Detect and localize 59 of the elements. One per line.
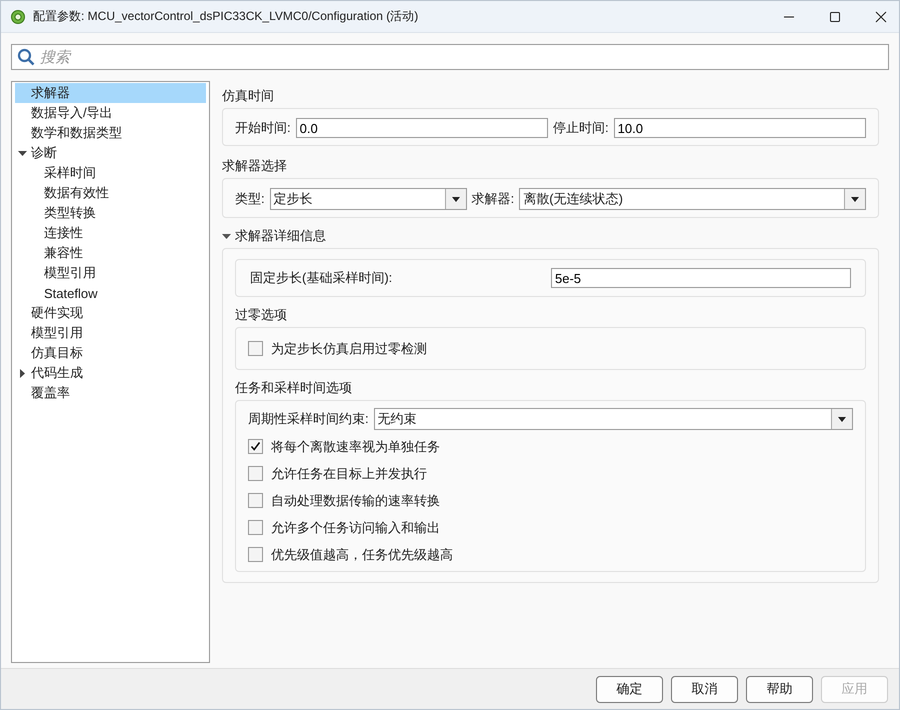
input-field[interactable]: 0.0	[296, 118, 548, 138]
search-field[interactable]: 搜索	[11, 44, 889, 70]
section-title: 仿真时间	[222, 87, 275, 105]
caret-right-icon[interactable]	[18, 368, 27, 378]
tree-item[interactable]: Stateflow	[15, 283, 206, 303]
tree-item[interactable]: 诊断	[15, 143, 206, 163]
caret-down-icon	[851, 196, 859, 202]
checkbox-label[interactable]: 允许任务在目标上并发执行	[271, 464, 427, 482]
window-title: 配置参数: MCU_vectorControl_dsPIC33CK_LVMC0/Configuration (活动)	[33, 8, 418, 25]
section-title: 求解器选择	[222, 157, 288, 175]
section-title: 任务和采样时间选项	[235, 379, 353, 397]
caret-down-icon[interactable]	[18, 148, 27, 158]
dropdown[interactable]: 离散(无连续状态)	[519, 188, 866, 210]
dropdown[interactable]: 定步长	[270, 188, 467, 210]
field-label: 开始时间:	[235, 119, 291, 137]
tree-item[interactable]: 数据导入/导出	[15, 103, 206, 123]
section-title: 求解器详细信息	[235, 227, 326, 245]
tree-item[interactable]: 模型引用	[15, 263, 206, 283]
field-label: 停止时间:	[553, 119, 609, 137]
checkbox-label[interactable]: 自动处理数据传输的速率转换	[271, 492, 440, 510]
tree-item[interactable]: 代码生成	[15, 363, 206, 383]
checkbox[interactable]	[248, 466, 263, 481]
tree-item[interactable]: 仿真目标	[15, 343, 206, 363]
close-icon[interactable]	[875, 10, 887, 22]
input-field[interactable]: 5e-5	[551, 268, 851, 288]
input-field[interactable]: 10.0	[614, 118, 866, 138]
field-label: 固定步长(基础采样时间):	[250, 269, 394, 287]
checkbox[interactable]	[248, 520, 263, 535]
tree-item[interactable]: 数学和数据类型	[15, 123, 206, 143]
field-label: 类型:	[235, 190, 265, 208]
dialog-button[interactable]: 确定	[596, 676, 663, 702]
tree-item[interactable]: 求解器	[15, 83, 206, 103]
tree-item[interactable]: 硬件实现	[15, 303, 206, 323]
tree-item[interactable]: 兼容性	[15, 243, 206, 263]
checkbox-label[interactable]: 将每个离散速率视为单独任务	[271, 438, 440, 456]
tree-item[interactable]: 类型转换	[15, 203, 206, 223]
checkbox-label[interactable]: 为定步长仿真启用过零检测	[271, 340, 427, 358]
checkbox-label[interactable]: 允许多个任务访问输入和输出	[271, 518, 440, 536]
tree-item[interactable]: 数据有效性	[15, 183, 206, 203]
checkbox[interactable]	[248, 439, 263, 454]
section-title: 过零选项	[235, 306, 288, 324]
field-label: 求解器:	[472, 190, 514, 208]
checkbox[interactable]	[248, 341, 263, 356]
checkbox-label[interactable]: 优先级值越高，任务优先级越高	[271, 546, 453, 564]
caret-down-icon	[222, 232, 231, 240]
caret-down-icon	[838, 416, 846, 422]
tree-item[interactable]: 连接性	[15, 223, 206, 243]
dropdown[interactable]: 无约束	[374, 408, 853, 430]
caret-down-icon	[452, 196, 460, 202]
tree-item[interactable]: 覆盖率	[15, 383, 206, 403]
tree-item[interactable]: 采样时间	[15, 163, 206, 183]
checkbox[interactable]	[248, 493, 263, 508]
section-header[interactable]: 求解器详细信息	[222, 226, 879, 246]
dialog-button[interactable]: 取消	[671, 676, 738, 702]
maximize-icon[interactable]	[829, 10, 841, 22]
dialog-button[interactable]: 帮助	[746, 676, 813, 702]
checkbox[interactable]	[248, 547, 263, 562]
field-label: 周期性采样时间约束:	[248, 410, 369, 428]
tree-item[interactable]: 模型引用	[15, 323, 206, 343]
